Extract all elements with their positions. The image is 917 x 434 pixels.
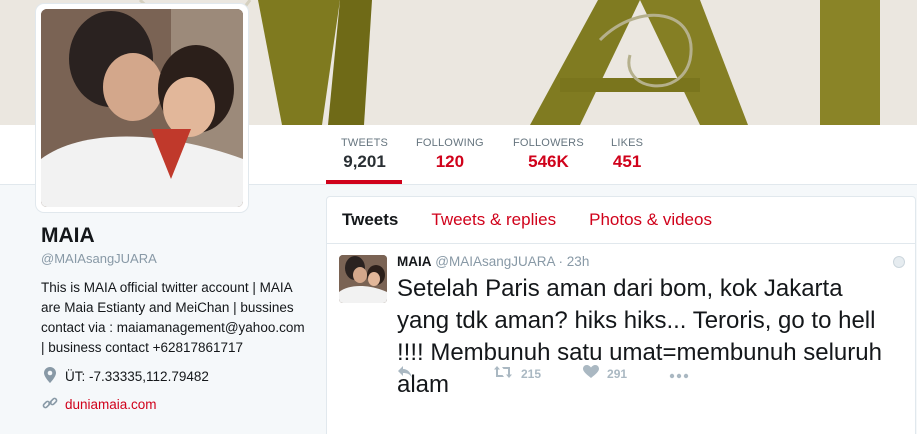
stat-label: TWEETS bbox=[341, 137, 389, 149]
stat-followers[interactable]: FOLLOWERS 546K bbox=[513, 137, 584, 172]
link-icon bbox=[41, 395, 59, 414]
stat-value: 451 bbox=[612, 152, 642, 171]
heart-icon bbox=[583, 363, 600, 384]
profile-card: MAIA @MAIAsangJUARA This is MAIA officia… bbox=[41, 224, 311, 414]
map-pin-icon bbox=[41, 367, 59, 386]
avatar-illustration bbox=[41, 9, 243, 207]
location-text: ÜT: -7.33335,112.79482 bbox=[65, 369, 209, 384]
reply-icon bbox=[397, 363, 413, 384]
timeline-tabs: Tweets Tweets & replies Photos & videos bbox=[327, 197, 915, 244]
profile-avatar[interactable] bbox=[36, 4, 248, 212]
active-stat-underline bbox=[326, 180, 402, 184]
reply-button[interactable] bbox=[397, 363, 421, 384]
tweet-timestamp[interactable]: 23h bbox=[567, 254, 590, 269]
tweet-actions: 215 291 bbox=[397, 363, 739, 384]
stat-label: LIKES bbox=[611, 137, 644, 149]
timeline: Tweets Tweets & replies Photos & videos … bbox=[326, 196, 916, 434]
tweet-author-handle[interactable]: @MAIAsangJUARA bbox=[435, 254, 555, 269]
tab-tweets-replies[interactable]: Tweets & replies bbox=[431, 210, 556, 230]
tab-photos-videos[interactable]: Photos & videos bbox=[589, 210, 712, 230]
stat-label: FOLLOWING bbox=[416, 137, 484, 149]
stat-value: 9,201 bbox=[343, 152, 386, 171]
globe-icon bbox=[893, 256, 905, 268]
more-button[interactable] bbox=[669, 363, 697, 384]
tab-tweets[interactable]: Tweets bbox=[342, 210, 398, 230]
profile-location: ÜT: -7.33335,112.79482 bbox=[41, 367, 311, 386]
website-link[interactable]: duniamaia.com bbox=[65, 397, 157, 412]
stat-tweets[interactable]: TWEETS 9,201 bbox=[341, 137, 388, 172]
tweet-separator: · bbox=[558, 254, 564, 269]
retweet-count: 215 bbox=[521, 366, 542, 381]
tweet-header: MAIA @MAIAsangJUARA · 23h bbox=[397, 254, 903, 269]
profile-bio: This is MAIA official twitter account | … bbox=[41, 280, 305, 355]
tweet-avatar[interactable] bbox=[339, 255, 387, 303]
stat-value: 546K bbox=[528, 152, 569, 171]
like-count: 291 bbox=[607, 366, 628, 381]
retweet-icon bbox=[493, 363, 513, 384]
stat-likes[interactable]: LIKES 451 bbox=[611, 137, 643, 172]
profile-handle[interactable]: @MAIAsangJUARA bbox=[41, 251, 311, 266]
tweet-author-name[interactable]: MAIA bbox=[397, 254, 432, 269]
stat-following[interactable]: FOLLOWING 120 bbox=[416, 137, 484, 172]
stat-label: FOLLOWERS bbox=[513, 137, 584, 149]
more-icon bbox=[669, 363, 689, 384]
profile-website: duniamaia.com bbox=[41, 395, 311, 414]
stat-value: 120 bbox=[435, 152, 465, 171]
retweet-button[interactable]: 215 bbox=[493, 363, 541, 384]
like-button[interactable]: 291 bbox=[583, 363, 627, 384]
profile-name: MAIA bbox=[41, 224, 95, 247]
avatar-photo bbox=[41, 9, 243, 207]
profile-page: TWEETS 9,201 FOLLOWING 120 FOLLOWERS 546… bbox=[0, 0, 917, 434]
